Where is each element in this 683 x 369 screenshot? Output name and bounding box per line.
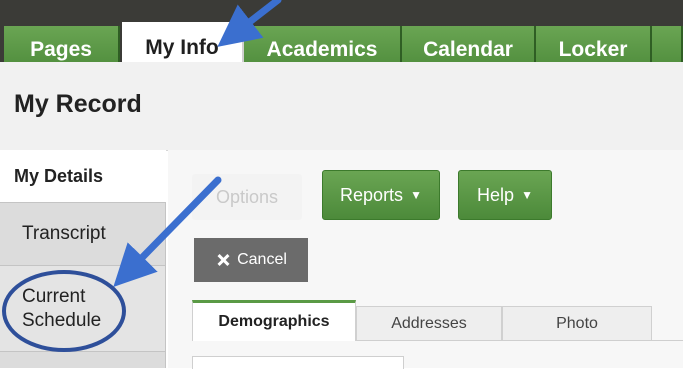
caret-down-icon: ▼ — [521, 188, 533, 202]
record-subtabs: Demographics Addresses Photo — [192, 300, 683, 341]
tab-addresses[interactable]: Addresses — [356, 306, 502, 340]
tab-photo[interactable]: Photo — [502, 306, 652, 340]
page-header: My Record — [0, 62, 683, 151]
side-nav: My Details Transcript Current Schedule — [0, 150, 168, 368]
sidebar-item-transcript[interactable]: Transcript — [0, 202, 166, 266]
sidebar-item-my-details[interactable]: My Details — [0, 150, 166, 202]
sidebar-item-current-schedule[interactable]: Current Schedule — [0, 266, 166, 352]
content-panel — [192, 356, 404, 369]
sidebar-item-next[interactable] — [0, 352, 166, 368]
page-title: My Record — [14, 90, 142, 118]
caret-down-icon: ▼ — [410, 188, 422, 202]
top-strip — [0, 0, 683, 12]
main-content: Options Reports ▼ Help ▼ Cancel Demograp… — [168, 150, 683, 369]
close-icon — [215, 252, 231, 268]
cancel-button[interactable]: Cancel — [194, 238, 308, 282]
tab-demographics[interactable]: Demographics — [192, 300, 356, 341]
reports-button[interactable]: Reports ▼ — [322, 170, 440, 220]
main-tab-bar: Pages My Info Academics Calendar Locker — [0, 12, 683, 74]
help-button[interactable]: Help ▼ — [458, 170, 552, 220]
reports-label: Reports — [340, 184, 404, 205]
help-label: Help — [477, 184, 515, 205]
options-label: Options — [215, 186, 279, 207]
cancel-label: Cancel — [237, 251, 287, 268]
options-button[interactable]: Options — [192, 174, 302, 220]
